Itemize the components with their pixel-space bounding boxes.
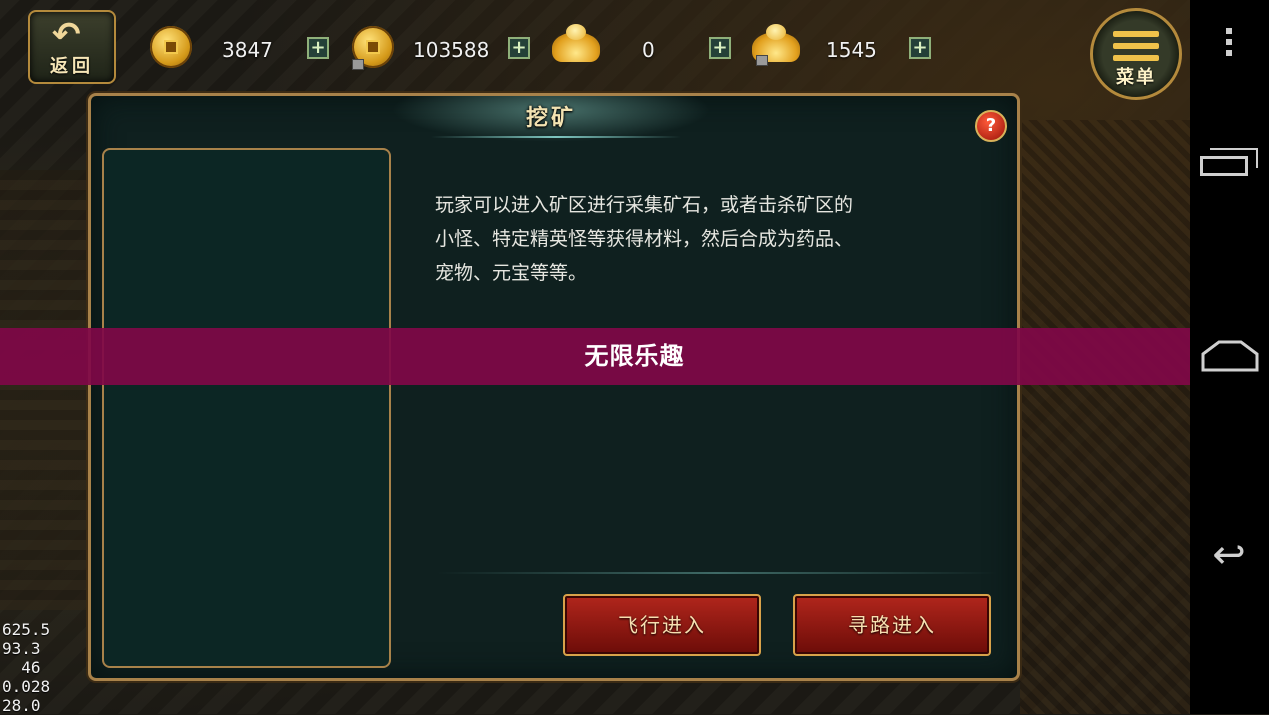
stat-line: 93.3 <box>2 639 41 658</box>
description-line: 玩家可以进入矿区进行采集矿石，或者击杀矿区的 <box>435 194 854 216</box>
add-bound-gold-button[interactable]: + <box>909 37 931 59</box>
title-divider <box>431 136 681 138</box>
stat-line: 28.0 <box>2 696 41 715</box>
menu-icon <box>1113 31 1159 67</box>
add-gold-button[interactable]: + <box>709 37 731 59</box>
preview-panel <box>102 148 391 668</box>
debug-stats: 625.5 93.3 46 0.028 28.0 <box>2 620 50 715</box>
back-button-label: 返回 <box>50 56 94 77</box>
mining-dialog: 挖矿 ? 玩家可以进入矿区进行采集矿石，或者击杀矿区的 小怪、特定精英怪等获得材… <box>88 93 1020 681</box>
menu-button-label: 菜单 <box>1116 67 1156 88</box>
add-bound-copper-button[interactable]: + <box>508 37 530 59</box>
mining-description: 玩家可以进入矿区进行采集矿石，或者击杀矿区的 小怪、特定精英怪等获得材料，然后合… <box>435 188 955 290</box>
fly-enter-button[interactable]: 飞行进入 <box>563 594 761 656</box>
description-line: 宠物、元宝等等。 <box>435 262 588 284</box>
description-line: 小怪、特定精英怪等获得材料，然后合成为药品、 <box>435 228 854 250</box>
resource-value-bound-copper: 103588 <box>413 38 490 62</box>
dialog-title: 挖矿 <box>525 106 576 131</box>
background-roof <box>1020 120 1190 714</box>
pathfind-enter-button[interactable]: 寻路进入 <box>793 594 991 656</box>
back-arrow-icon: ↶ <box>52 15 81 55</box>
background-wall <box>0 170 90 610</box>
help-button[interactable]: ? <box>975 110 1007 142</box>
button-divider <box>437 572 997 574</box>
resource-value-copper: 3847 <box>222 38 273 62</box>
stat-line: 46 <box>2 658 41 677</box>
stat-line: 625.5 <box>2 620 51 639</box>
stat-line: 0.028 <box>2 677 51 696</box>
promo-banner: 无限乐趣 <box>0 328 1269 385</box>
recent-apps-icon[interactable] <box>1200 148 1258 178</box>
bound-gold-ingot-icon <box>752 24 800 66</box>
back-nav-icon[interactable]: ↩ <box>1196 530 1262 580</box>
menu-button[interactable]: 菜单 <box>1090 8 1182 100</box>
resource-value-gold: 0 <box>642 38 655 62</box>
add-copper-button[interactable]: + <box>307 37 329 59</box>
home-icon[interactable] <box>1199 338 1261 374</box>
gold-ingot-icon <box>552 24 600 62</box>
overflow-menu-icon[interactable] <box>1226 28 1232 61</box>
back-button[interactable]: ↶ 返回 <box>28 10 116 84</box>
copper-coin-icon <box>150 26 192 68</box>
resource-value-bound-gold: 1545 <box>826 38 877 62</box>
bound-copper-coin-icon <box>352 26 394 70</box>
system-nav-bar: ↩ <box>1190 0 1269 714</box>
